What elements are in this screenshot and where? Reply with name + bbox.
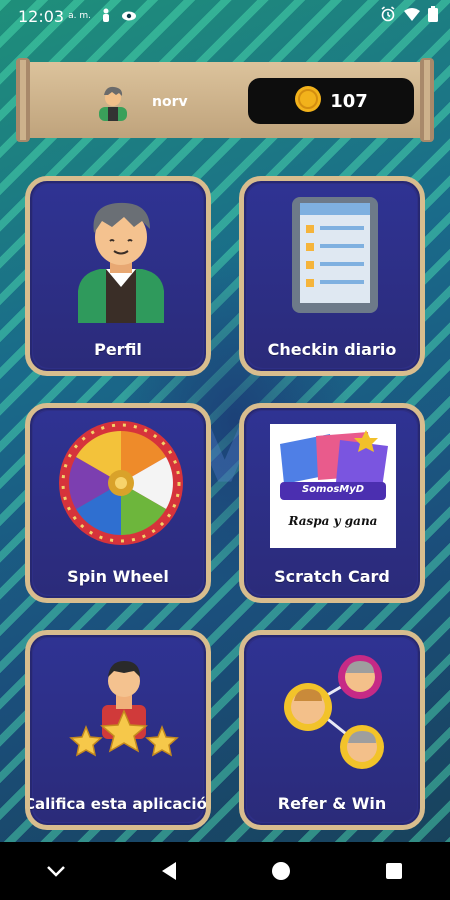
status-time: 12:03 (18, 6, 65, 26)
status-ampm: a. m. (68, 11, 91, 21)
header-scroll: norv 107 (16, 58, 434, 142)
scratch-card-image: SomosMyD Raspa y gana (270, 424, 396, 548)
notification-person-icon (101, 7, 111, 26)
status-bar: 12:03 a. m. (0, 0, 450, 32)
profile-person-icon (78, 202, 164, 323)
username: norv (152, 94, 188, 110)
daily-checkin-card[interactable]: Checkin diario (239, 176, 425, 376)
card-label: Scratch Card (274, 567, 390, 586)
coins-balance: 107 (248, 78, 414, 124)
wifi-icon (404, 7, 420, 26)
card-label: Califica esta aplicación (25, 795, 211, 813)
back-triangle-icon (161, 862, 176, 880)
system-navigation-bar (0, 842, 450, 900)
scratch-caption-text: Raspa y gana (288, 514, 378, 528)
chevron-down-icon (47, 866, 66, 877)
nav-chevron-down-button[interactable] (26, 851, 86, 891)
card-label: Perfil (94, 340, 142, 359)
nav-home-button[interactable] (251, 851, 311, 891)
checklist-tablet-icon (292, 197, 378, 313)
status-right (380, 6, 438, 26)
coin-icon (294, 85, 322, 117)
scratch-brand-text: SomosMyD (301, 484, 365, 495)
refer-win-card[interactable]: Refer & Win (239, 630, 425, 830)
alarm-icon (380, 6, 396, 26)
scratch-card-card[interactable]: SomosMyD Raspa y gana Scratch Card (239, 403, 425, 603)
card-label: Refer & Win (277, 794, 387, 813)
status-left: 12:03 a. m. (18, 7, 137, 26)
nav-recents-button[interactable] (364, 851, 424, 891)
spin-wheel-card[interactable]: Spin Wheel (25, 403, 211, 603)
rate-app-card[interactable]: Califica esta aplicación (25, 630, 211, 830)
recents-square-icon (385, 863, 402, 879)
rating-person-stars-icon (69, 661, 179, 757)
profile-card[interactable]: Perfil (25, 176, 211, 376)
card-label: Checkin diario (267, 340, 397, 359)
spin-wheel-icon (59, 421, 183, 545)
battery-icon (428, 6, 438, 26)
referral-network-icon (284, 655, 384, 769)
nav-back-button[interactable] (139, 851, 199, 891)
home-circle-icon (272, 862, 291, 880)
user-avatar[interactable] (96, 83, 130, 121)
card-label: Spin Wheel (67, 567, 169, 586)
coins-value: 107 (330, 90, 368, 112)
notification-eye-icon (121, 7, 137, 26)
